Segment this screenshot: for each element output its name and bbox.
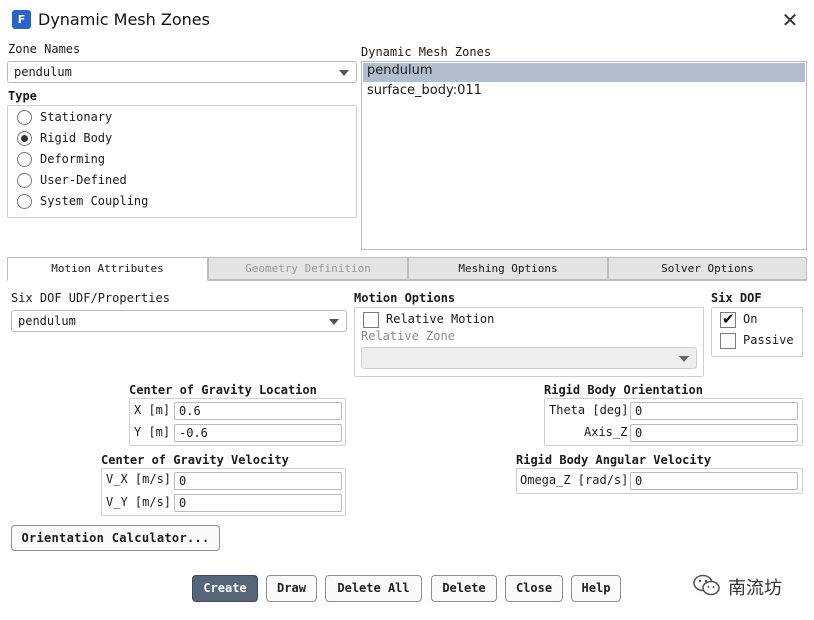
radio-label-user-defined: User-Defined bbox=[40, 173, 127, 187]
chevron-down-icon bbox=[329, 319, 339, 325]
list-item[interactable]: pendulum bbox=[363, 63, 805, 82]
cg-vx-label: V_X [m/s] bbox=[106, 472, 172, 486]
cg-x-label: X [m] bbox=[134, 403, 171, 417]
angular-velocity-label: Rigid Body Angular Velocity bbox=[516, 453, 712, 467]
cg-vx-input[interactable]: 0 bbox=[174, 472, 342, 490]
chevron-down-icon bbox=[339, 70, 349, 76]
wechat-icon bbox=[692, 573, 722, 602]
six-dof-passive-label: Passive bbox=[743, 333, 794, 347]
relative-zone-label: Relative Zone bbox=[361, 329, 455, 343]
zone-names-label: Zone Names bbox=[8, 42, 81, 56]
six-dof-on-label: On bbox=[743, 312, 758, 326]
six-dof-passive-checkbox[interactable] bbox=[720, 333, 736, 349]
theta-label: Theta [deg] bbox=[549, 403, 629, 417]
omega-z-input[interactable]: 0 bbox=[630, 472, 798, 490]
list-item[interactable]: surface_body:011 bbox=[363, 83, 805, 102]
six-dof-udf-dropdown[interactable]: pendulum bbox=[11, 310, 347, 332]
relative-motion-checkbox[interactable] bbox=[363, 312, 379, 328]
orientation-calculator-button[interactable]: Orientation Calculator... bbox=[11, 525, 220, 551]
help-button[interactable]: Help bbox=[571, 575, 621, 602]
create-button[interactable]: Create bbox=[192, 575, 258, 602]
cg-y-label: Y [m] bbox=[134, 425, 171, 439]
motion-options-label: Motion Options bbox=[354, 291, 456, 305]
tab-geometry-definition[interactable]: Geometry Definition bbox=[208, 257, 408, 280]
app-icon: F bbox=[12, 10, 31, 29]
radio-label-rigid-body: Rigid Body bbox=[40, 131, 113, 145]
watermark-text: 南流坊 bbox=[728, 578, 782, 599]
six-dof-udf-label: Six DOF UDF/Properties bbox=[11, 291, 170, 305]
close-icon: ✕ bbox=[781, 8, 799, 32]
six-dof-label: Six DOF bbox=[711, 291, 762, 305]
delete-button[interactable]: Delete bbox=[431, 575, 497, 602]
draw-button[interactable]: Draw bbox=[266, 575, 317, 602]
six-dof-on-checkbox[interactable] bbox=[720, 310, 736, 328]
radio-label-system-coupling: System Coupling bbox=[40, 194, 149, 208]
cg-vy-label: V_Y [m/s] bbox=[106, 495, 172, 509]
radio-user-defined[interactable] bbox=[17, 173, 32, 188]
omega-z-label: Omega_Z [rad/s] bbox=[520, 473, 629, 487]
dynamic-mesh-zones-label: Dynamic Mesh Zones bbox=[361, 45, 492, 59]
zone-names-dropdown[interactable]: pendulum bbox=[7, 61, 357, 83]
radio-stationary[interactable] bbox=[17, 110, 32, 125]
delete-all-button[interactable]: Delete All bbox=[325, 575, 422, 602]
orientation-label: Rigid Body Orientation bbox=[544, 383, 703, 397]
relative-motion-label: Relative Motion bbox=[386, 312, 495, 326]
cg-location-label: Center of Gravity Location bbox=[129, 383, 317, 397]
cg-velocity-label: Center of Gravity Velocity bbox=[101, 453, 289, 467]
tab-meshing-options[interactable]: Meshing Options bbox=[408, 257, 608, 280]
window-title: Dynamic Mesh Zones bbox=[38, 10, 210, 29]
theta-input[interactable]: 0 bbox=[630, 402, 798, 420]
close-button[interactable]: Close bbox=[505, 575, 563, 602]
cg-x-input[interactable]: 0.6 bbox=[174, 402, 342, 420]
dynamic-mesh-zones-list[interactable]: pendulum surface_body:011 bbox=[361, 61, 807, 250]
axis-z-input[interactable]: 0 bbox=[630, 424, 798, 442]
cg-vy-input[interactable]: 0 bbox=[174, 494, 342, 512]
chevron-down-icon bbox=[679, 356, 689, 362]
radio-system-coupling[interactable] bbox=[17, 194, 32, 209]
tab-motion-attributes[interactable]: Motion Attributes bbox=[7, 257, 208, 281]
cg-y-input[interactable]: -0.6 bbox=[174, 424, 342, 442]
type-label: Type bbox=[8, 89, 37, 103]
tab-solver-options[interactable]: Solver Options bbox=[608, 257, 807, 280]
zone-names-value: pendulum bbox=[14, 65, 72, 79]
radio-label-stationary: Stationary bbox=[40, 110, 113, 124]
relative-zone-dropdown[interactable] bbox=[361, 347, 697, 369]
close-window-button[interactable]: ✕ bbox=[778, 8, 802, 32]
axis-z-label: Axis_Z bbox=[584, 425, 628, 439]
radio-deforming[interactable] bbox=[17, 152, 32, 167]
six-dof-udf-value: pendulum bbox=[18, 314, 76, 328]
radio-rigid-body[interactable] bbox=[17, 131, 32, 146]
radio-label-deforming: Deforming bbox=[40, 152, 106, 166]
